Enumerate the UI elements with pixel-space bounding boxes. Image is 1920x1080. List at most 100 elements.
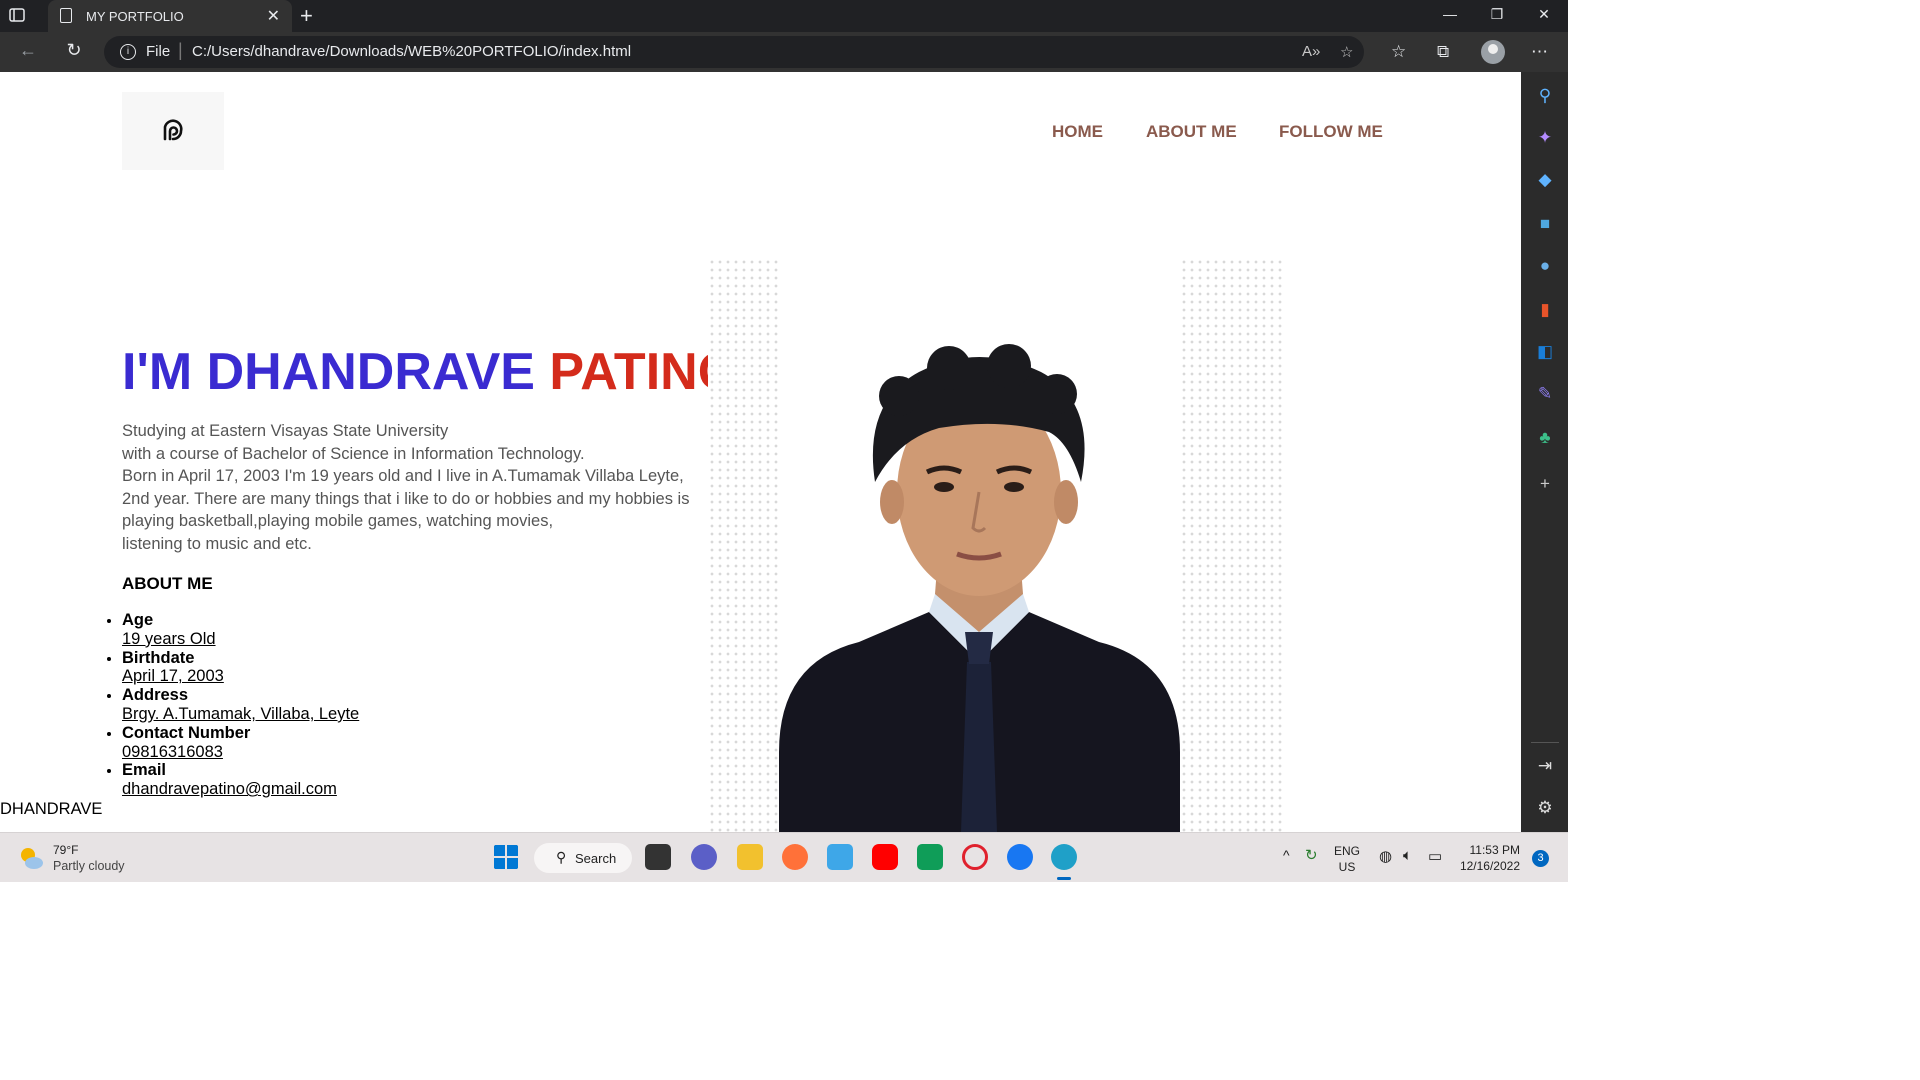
drop-icon[interactable]: ✎ xyxy=(1535,384,1555,404)
fact-value-link[interactable]: 19 years Old xyxy=(122,630,359,649)
system-clock[interactable]: 11:53 PM 12/16/2022 xyxy=(1458,842,1520,874)
fact-label: Age xyxy=(122,611,154,629)
teams-chat-icon[interactable] xyxy=(691,844,717,870)
lang-top: ENG xyxy=(1334,844,1361,858)
network-icon[interactable]: ◍ xyxy=(1379,847,1392,865)
task-view-icon[interactable] xyxy=(645,844,671,870)
discover-icon[interactable]: ✦ xyxy=(1535,128,1555,148)
logo-mark-icon xyxy=(163,119,183,141)
file-explorer-icon[interactable] xyxy=(737,844,763,870)
active-app-indicator xyxy=(1057,877,1071,880)
fact-value-link[interactable]: Brgy. A.Tumamak, Villaba, Leyte xyxy=(122,705,359,724)
volume-icon[interactable]: 🔈︎ xyxy=(1403,847,1412,864)
bio-line: 2nd year. There are many things that i l… xyxy=(122,489,690,508)
document-icon xyxy=(60,8,72,23)
dot-pattern-left xyxy=(708,258,780,832)
hero-title-last: PATINO xyxy=(549,343,708,401)
sync-icon[interactable]: ↻ xyxy=(1305,846,1318,864)
profile-photo xyxy=(779,332,1180,832)
search-icon[interactable]: ⚲ xyxy=(1535,86,1555,106)
back-icon[interactable]: ← xyxy=(16,40,40,64)
weather-desc: Partly cloudy xyxy=(53,859,125,873)
list-item: Email dhandravepatino@gmail.com xyxy=(122,761,359,799)
collections-icon[interactable]: ⧉ xyxy=(1437,42,1449,62)
site-logo[interactable] xyxy=(122,92,224,170)
bio-line: listening to music and etc. xyxy=(122,534,312,553)
omnibox-separator: | xyxy=(178,40,183,60)
browser-toolbar: ← ↻ i File | C:/Users/dhandrave/Download… xyxy=(0,32,1568,72)
office-icon[interactable]: ▮ xyxy=(1535,300,1555,320)
profile-avatar[interactable] xyxy=(1481,40,1505,64)
notification-badge[interactable]: 3 xyxy=(1532,850,1549,867)
read-aloud-icon[interactable]: A» xyxy=(1302,43,1320,60)
firefox-icon[interactable] xyxy=(782,844,808,870)
start-icon[interactable] xyxy=(493,844,519,870)
list-item: Contact Number 09816316083 xyxy=(122,724,359,762)
edge-icon[interactable] xyxy=(1051,844,1077,870)
partly-cloudy-icon xyxy=(21,848,43,869)
more-icon[interactable]: ⋯ xyxy=(1531,42,1548,62)
about-heading: ABOUT ME xyxy=(122,574,213,593)
close-tab-icon[interactable]: ✕ xyxy=(267,6,280,26)
clock-time: 11:53 PM xyxy=(1469,843,1520,857)
facebook-icon[interactable] xyxy=(1007,844,1033,870)
fact-label: Contact Number xyxy=(122,723,251,742)
hide-sidebar-icon[interactable]: ⇥ xyxy=(1535,756,1555,776)
url-text[interactable]: C:/Users/dhandrave/Downloads/WEB%20PORTF… xyxy=(192,43,631,60)
close-window-icon[interactable]: ✕ xyxy=(1534,6,1554,23)
chevron-up-icon[interactable]: ^ xyxy=(1283,847,1290,863)
shopping-icon[interactable]: ◆ xyxy=(1535,170,1555,190)
portfolio-page: HOME ABOUT ME FOLLOW ME I'M DHANDRAVE PA… xyxy=(0,72,1521,832)
language-indicator[interactable]: ENG US xyxy=(1334,843,1360,875)
search-label: Search xyxy=(575,851,617,866)
footer-name: DHANDRAVE xyxy=(0,800,103,818)
sidebar-divider xyxy=(1531,742,1559,743)
hero-title-first: I'M DHANDRAVE xyxy=(122,343,535,401)
tree-icon[interactable]: ♣ xyxy=(1535,428,1555,448)
bio-line: Studying at Eastern Visayas State Univer… xyxy=(122,422,449,440)
weather-temp: 79°F xyxy=(53,843,79,857)
refresh-icon[interactable]: ↻ xyxy=(62,40,86,64)
bio-line: with a course of Bachelor of Science in … xyxy=(122,444,585,463)
hero-title: I'M DHANDRAVE PATINO xyxy=(122,342,708,402)
youtube-icon[interactable] xyxy=(872,844,898,870)
fact-label: Birthdate xyxy=(122,648,195,667)
list-item: Birthdate April 17, 2003 xyxy=(122,649,359,687)
outlook-icon[interactable]: ◧ xyxy=(1535,342,1555,362)
bio-line: playing basketball,playing mobile games,… xyxy=(122,512,554,530)
windows-taskbar: 79°F Partly cloudy ⚲ Search ^ ↻ ENG US ◍… xyxy=(0,832,1568,882)
tools-icon[interactable]: ■ xyxy=(1535,214,1555,234)
tab-actions-icon[interactable] xyxy=(8,6,42,26)
new-tab-icon[interactable]: + xyxy=(300,3,313,29)
games-icon[interactable]: ● xyxy=(1535,256,1555,276)
active-tab[interactable]: MY PORTFOLIO ✕ xyxy=(48,0,292,32)
fact-value-link[interactable]: dhandravepatino@gmail.com xyxy=(122,780,359,799)
info-icon[interactable]: i xyxy=(120,44,136,60)
search-icon: ⚲ xyxy=(556,849,567,865)
add-favorite-icon[interactable]: ☆ xyxy=(1340,43,1353,61)
fact-value-link[interactable]: April 17, 2003 xyxy=(122,667,359,686)
battery-icon[interactable]: ▭ xyxy=(1428,847,1442,865)
lang-bottom: US xyxy=(1338,860,1356,874)
nav-about-me[interactable]: ABOUT ME xyxy=(1146,122,1237,142)
fact-label: Address xyxy=(122,686,189,705)
taskbar-search[interactable]: ⚲ Search xyxy=(534,843,632,873)
tab-title: MY PORTFOLIO xyxy=(86,9,184,24)
favorites-icon[interactable]: ☆ xyxy=(1391,42,1406,62)
bio-paragraph: Studying at Eastern Visayas State Univer… xyxy=(122,420,702,555)
nav-follow-me[interactable]: FOLLOW ME xyxy=(1279,122,1383,142)
google-classroom-icon[interactable] xyxy=(917,844,943,870)
settings-icon[interactable]: ⚙ xyxy=(1535,798,1555,818)
bilibili-icon[interactable] xyxy=(827,844,853,870)
restore-icon[interactable]: ❐ xyxy=(1487,6,1507,23)
address-bar[interactable]: i File | C:/Users/dhandrave/Downloads/WE… xyxy=(104,36,1364,68)
add-sidebar-icon[interactable]: + xyxy=(1535,474,1555,494)
bio-line: Born in April 17, 2003 I'm 19 years old … xyxy=(122,467,684,485)
fact-value-link[interactable]: 09816316083 xyxy=(122,743,359,762)
list-item: Age 19 years Old xyxy=(122,611,359,649)
opera-icon[interactable] xyxy=(962,844,988,870)
clock-date: 12/16/2022 xyxy=(1459,859,1520,873)
minimize-icon[interactable]: — xyxy=(1440,6,1460,22)
fact-label: Email xyxy=(122,761,167,780)
nav-home[interactable]: HOME xyxy=(1052,122,1103,142)
